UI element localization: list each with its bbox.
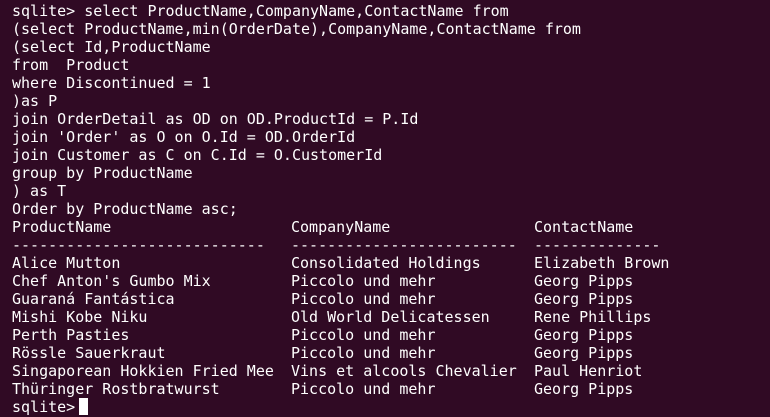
company-name-cell: Piccolo und mehr [291,326,436,344]
product-name-cell: Mishi Kobe Niku [12,308,148,326]
query-line: (select ProductName,min(OrderDate),Compa… [12,20,581,38]
query-line: join Customer as C on C.Id = O.CustomerI… [12,146,383,164]
company-name-cell: Piccolo und mehr [291,290,436,308]
query-line: ) as T [12,182,67,200]
header-company-name: CompanyName [291,218,391,236]
query-line: )as P [12,92,58,110]
text-cursor [79,398,89,415]
contact-name-cell: Georg Pipps [534,380,634,398]
company-name-cell: Vins et alcools Chevalier [291,362,517,380]
company-name-cell: Consolidated Holdings [291,254,481,272]
terminal-window[interactable]: sqlite> select ProductName,CompanyName,C… [0,0,770,417]
separator: -------------- [534,236,661,254]
product-name-cell: Perth Pasties [12,326,130,344]
table-row: Perth Pasties Piccolo und mehr Georg Pip… [12,326,770,344]
contact-name-cell: Georg Pipps [534,272,634,290]
separator: ---------------------------- [12,236,265,254]
query-block: sqlite> select ProductName,CompanyName,C… [12,2,770,218]
result-separator-row: ---------------------------- -----------… [12,236,770,254]
table-row: Chef Anton's Gumbo Mix Piccolo und mehr … [12,272,770,290]
contact-name-cell: Paul Henriot [534,362,643,380]
header-product-name: ProductName [12,218,112,236]
company-name-cell: Piccolo und mehr [291,344,436,362]
contact-name-cell: Elizabeth Brown [534,254,670,272]
product-name-cell: Guaraná Fantástica [12,290,175,308]
table-row: Singaporean Hokkien Fried Mee Vins et al… [12,362,770,380]
company-name-cell: Piccolo und mehr [291,380,436,398]
product-name-cell: Chef Anton's Gumbo Mix [12,272,211,290]
contact-name-cell: Georg Pipps [534,326,634,344]
table-row: Thüringer Rostbratwurst Piccolo und mehr… [12,380,770,398]
query-line: join OrderDetail as OD on OD.ProductId =… [12,110,419,128]
query-line: Order by ProductName asc; [12,200,238,218]
company-name-cell: Piccolo und mehr [291,272,436,290]
product-name-cell: Thüringer Rostbratwurst [12,380,220,398]
command-prompt[interactable]: sqlite> [12,398,770,416]
contact-name-cell: Georg Pipps [534,290,634,308]
product-name-cell: Alice Mutton [12,254,121,272]
product-name-cell: Rössle Sauerkraut [12,344,166,362]
table-row: Mishi Kobe Niku Old World Delicatessen R… [12,308,770,326]
table-row: Guaraná Fantástica Piccolo und mehr Geor… [12,290,770,308]
header-contact-name: ContactName [534,218,634,236]
table-row: Alice Mutton Consolidated Holdings Eliza… [12,254,770,272]
query-line: sqlite> select ProductName,CompanyName,C… [12,2,509,20]
result-header-row: ProductName CompanyName ContactName [12,218,770,236]
product-name-cell: Singaporean Hokkien Fried Mee [12,362,274,380]
query-line: join 'Order' as O on O.Id = OD.OrderId [12,128,356,146]
contact-name-cell: Georg Pipps [534,344,634,362]
separator: ------------------------- [291,236,517,254]
query-line: from Product [12,56,130,74]
result-table: ProductName CompanyName ContactName ----… [12,218,770,398]
contact-name-cell: Rene Phillips [534,308,652,326]
query-line: where Discontinued = 1 [12,74,211,92]
query-line: group by ProductName [12,164,193,182]
table-row: Rössle Sauerkraut Piccolo und mehr Georg… [12,344,770,362]
company-name-cell: Old World Delicatessen [291,308,490,326]
query-line: (select Id,ProductName [12,38,211,56]
